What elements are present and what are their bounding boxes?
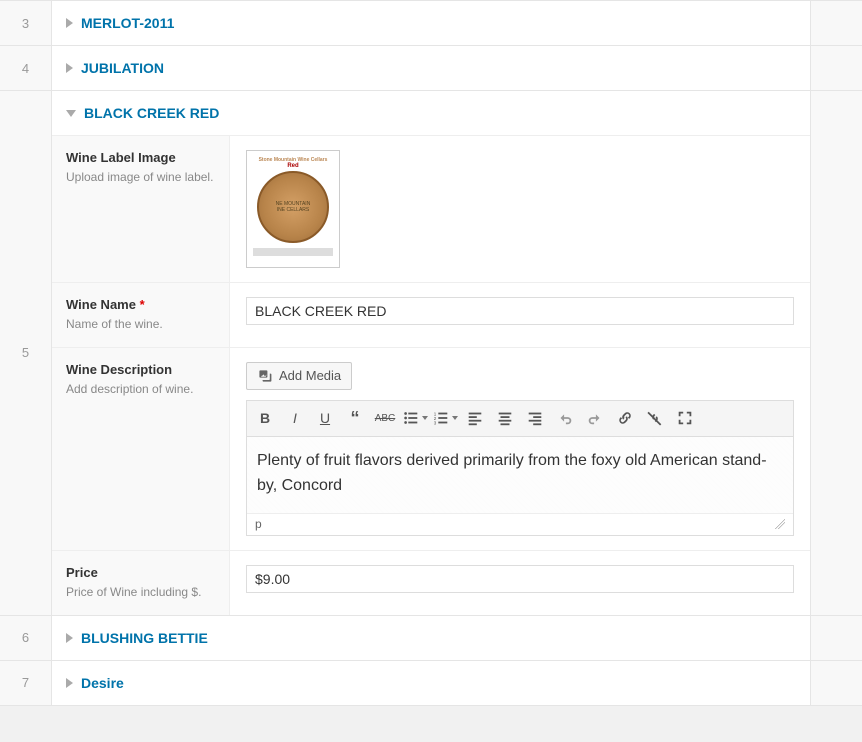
blockquote-button[interactable]: “ xyxy=(341,405,369,431)
chevron-right-icon xyxy=(66,678,73,688)
numbered-list-button[interactable]: 123 xyxy=(431,405,459,431)
field-wine-description: Wine Description Add description of wine… xyxy=(52,347,810,550)
unlink-icon xyxy=(646,409,664,427)
row-toggle-header[interactable]: Desire xyxy=(52,661,810,705)
row-title: Desire xyxy=(81,675,124,691)
underline-button[interactable]: U xyxy=(311,405,339,431)
repeater-row: 7 Desire xyxy=(0,660,862,706)
field-label: Price xyxy=(66,565,215,580)
row-title: MERLOT-2011 xyxy=(81,15,174,31)
row-toggle-header[interactable]: JUBILATION xyxy=(52,46,810,90)
row-number: 4 xyxy=(0,45,52,90)
row-gutter xyxy=(810,615,862,660)
field-label: Wine Label Image xyxy=(66,150,215,165)
field-description: Price of Wine including $. xyxy=(66,584,215,601)
row-title: JUBILATION xyxy=(81,60,164,76)
align-left-icon xyxy=(466,409,484,427)
bold-button[interactable]: B xyxy=(251,405,279,431)
chevron-down-icon xyxy=(66,110,76,117)
row-toggle-header[interactable]: BLACK CREEK RED xyxy=(52,91,810,135)
row-title: BLUSHING BETTIE xyxy=(81,630,208,646)
editor-toolbar: B I U “ ABC 123 xyxy=(247,401,793,437)
editor-element-path[interactable]: p xyxy=(255,517,262,531)
row-number: 6 xyxy=(0,615,52,660)
repeater-row: 3 MERLOT-2011 xyxy=(0,0,862,45)
align-center-icon xyxy=(496,409,514,427)
required-indicator: * xyxy=(140,297,145,312)
svg-text:3: 3 xyxy=(434,421,437,426)
editor-path-bar: p xyxy=(247,513,793,535)
remove-link-button[interactable] xyxy=(641,405,669,431)
row-number: 7 xyxy=(0,660,52,705)
repeater-row: 6 BLUSHING BETTIE xyxy=(0,615,862,660)
resize-handle-icon[interactable] xyxy=(775,519,785,529)
field-description: Add description of wine. xyxy=(66,381,215,398)
undo-icon xyxy=(556,409,574,427)
align-right-button[interactable] xyxy=(521,405,549,431)
undo-button[interactable] xyxy=(551,405,579,431)
redo-button[interactable] xyxy=(581,405,609,431)
image-footer-bar xyxy=(253,248,333,256)
wine-name-input[interactable] xyxy=(246,297,794,325)
row-number: 5 xyxy=(0,90,52,615)
row-gutter xyxy=(810,660,862,705)
fullscreen-icon xyxy=(676,409,694,427)
fullscreen-button[interactable] xyxy=(671,405,699,431)
bullet-list-button[interactable] xyxy=(401,405,429,431)
repeater-row: 5 BLACK CREEK RED Wine Label Image Uploa… xyxy=(0,90,862,615)
row-gutter xyxy=(810,90,862,615)
field-description: Upload image of wine label. xyxy=(66,169,215,186)
field-label: Wine Description xyxy=(66,362,215,377)
field-price: Price Price of Wine including $. xyxy=(52,550,810,615)
field-description: Name of the wine. xyxy=(66,316,215,333)
row-toggle-header[interactable]: MERLOT-2011 xyxy=(52,1,810,45)
bullet-list-icon xyxy=(402,409,420,427)
align-center-button[interactable] xyxy=(491,405,519,431)
numbered-list-icon: 123 xyxy=(432,409,450,427)
redo-icon xyxy=(586,409,604,427)
insert-link-button[interactable] xyxy=(611,405,639,431)
editor-content-area[interactable]: Plenty of fruit flavors derived primaril… xyxy=(247,437,793,513)
field-wine-label-image: Wine Label Image Upload image of wine la… xyxy=(52,135,810,282)
add-media-button[interactable]: Add Media xyxy=(246,362,352,390)
row-title: BLACK CREEK RED xyxy=(84,105,219,121)
row-number: 3 xyxy=(0,0,52,45)
field-label: Wine Name * xyxy=(66,297,215,312)
chevron-right-icon xyxy=(66,633,73,643)
wine-barrel-icon: NE MOUNTAIN INE CELLARS xyxy=(257,171,329,243)
rich-text-editor: B I U “ ABC 123 xyxy=(246,400,794,536)
image-red-text: Red xyxy=(253,163,333,169)
row-gutter xyxy=(810,0,862,45)
price-input[interactable] xyxy=(246,565,794,593)
align-right-icon xyxy=(526,409,544,427)
chevron-right-icon xyxy=(66,63,73,73)
strikethrough-button[interactable]: ABC xyxy=(371,405,399,431)
wine-label-thumbnail[interactable]: Stone Mountain Wine Cellars Red NE MOUNT… xyxy=(246,150,340,268)
repeater-row: 4 JUBILATION xyxy=(0,45,862,90)
row-toggle-header[interactable]: BLUSHING BETTIE xyxy=(52,616,810,660)
row-gutter xyxy=(810,45,862,90)
media-icon xyxy=(257,368,273,384)
link-icon xyxy=(616,409,634,427)
italic-button[interactable]: I xyxy=(281,405,309,431)
align-left-button[interactable] xyxy=(461,405,489,431)
field-wine-name: Wine Name * Name of the wine. xyxy=(52,282,810,347)
chevron-right-icon xyxy=(66,18,73,28)
